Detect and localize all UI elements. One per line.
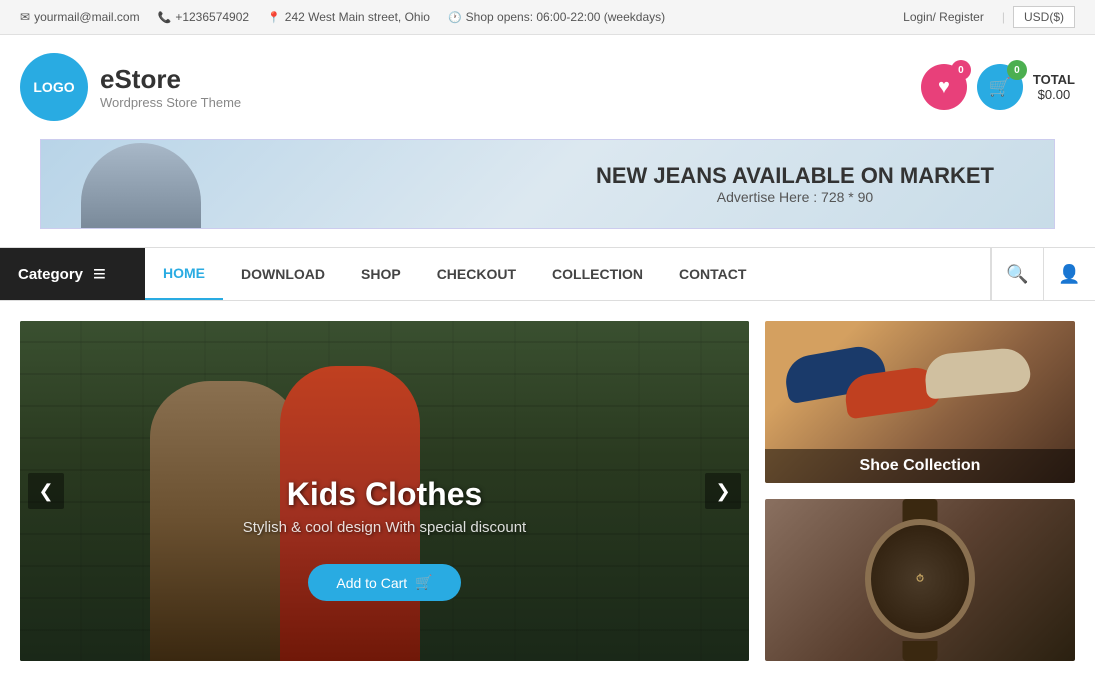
location-icon <box>267 10 281 24</box>
top-bar-actions: Login/ Register | USD($) <box>893 6 1075 28</box>
brand-info: eStore Wordpress Store Theme <box>100 64 241 110</box>
total-label: TOTAL <box>1033 72 1075 87</box>
email-item: yourmail@mail.com <box>20 10 140 24</box>
cart-btn-icon <box>415 574 432 591</box>
nav-right <box>990 248 1095 300</box>
shoe-collection-panel[interactable]: Shoe Collection <box>765 321 1075 483</box>
slider-title: Kids Clothes <box>20 476 749 513</box>
navigation: Category HOME DOWNLOAD SHOP CHECKOUT COL… <box>0 247 1095 301</box>
add-to-cart-label: Add to Cart <box>336 575 407 591</box>
phone-icon <box>158 10 172 24</box>
wishlist-badge: 0 <box>951 60 971 80</box>
user-button[interactable] <box>1043 248 1095 300</box>
cart-button[interactable]: 0 <box>977 64 1023 110</box>
banner-text: NEW JEANS AVAILABLE ON MARKET Advertise … <box>596 163 994 205</box>
shoe-beige <box>923 347 1031 400</box>
banner-image <box>41 140 361 228</box>
currency-selector[interactable]: USD($) <box>1013 6 1075 28</box>
slider-overlay: Kids Clothes Stylish & cool design With … <box>20 476 749 601</box>
heart-icon <box>938 76 950 99</box>
nav-download[interactable]: DOWNLOAD <box>223 248 343 300</box>
add-to-cart-button[interactable]: Add to Cart <box>308 564 460 601</box>
phone-text: +1236574902 <box>175 10 249 24</box>
divider: | <box>1002 10 1005 24</box>
category-label: Category <box>18 266 83 283</box>
email-text: yourmail@mail.com <box>34 10 140 24</box>
watch-band-bottom <box>903 641 938 661</box>
clock-icon <box>448 10 462 24</box>
chevron-right-icon <box>715 481 730 502</box>
mail-icon <box>20 10 30 24</box>
hours-item: Shop opens: 06:00-22:00 (weekdays) <box>448 10 665 24</box>
nav-home[interactable]: HOME <box>145 248 223 300</box>
hero-slider: Kids Clothes Stylish & cool design With … <box>20 321 749 661</box>
nav-links: HOME DOWNLOAD SHOP CHECKOUT COLLECTION C… <box>145 248 990 300</box>
banner-subtitle: Advertise Here : 728 * 90 <box>596 189 994 205</box>
category-button[interactable]: Category <box>0 248 145 300</box>
person-shape <box>81 143 201 228</box>
nav-contact[interactable]: CONTACT <box>661 248 764 300</box>
hours-text: Shop opens: 06:00-22:00 (weekdays) <box>466 10 665 24</box>
chevron-left-icon <box>38 481 53 502</box>
slider-subtitle: Stylish & cool design With special disco… <box>20 519 749 536</box>
logo-text: LOGO <box>33 79 74 95</box>
logo-area: LOGO eStore Wordpress Store Theme <box>20 53 241 121</box>
main-content: Kids Clothes Stylish & cool design With … <box>0 301 1095 661</box>
banner-wrapper: NEW JEANS AVAILABLE ON MARKET Advertise … <box>0 139 1095 229</box>
user-icon <box>1058 264 1080 285</box>
address-text: 242 West Main street, Ohio <box>285 10 430 24</box>
address-item: 242 West Main street, Ohio <box>267 10 430 24</box>
cart-icon <box>989 76 1011 99</box>
shoe-collection-label: Shoe Collection <box>765 449 1075 483</box>
top-bar-info: yourmail@mail.com +1236574902 242 West M… <box>20 10 665 24</box>
side-panels: Shoe Collection ⏱ <box>765 321 1075 661</box>
slider-next-button[interactable] <box>705 473 741 509</box>
search-button[interactable] <box>991 248 1043 300</box>
nav-shop[interactable]: SHOP <box>343 248 419 300</box>
banner: NEW JEANS AVAILABLE ON MARKET Advertise … <box>40 139 1055 229</box>
search-icon <box>1006 264 1028 285</box>
top-bar: yourmail@mail.com +1236574902 242 West M… <box>0 0 1095 35</box>
total-amount: $0.00 <box>1033 87 1075 102</box>
cart-total: TOTAL $0.00 <box>1033 72 1075 102</box>
cart-badge: 0 <box>1007 60 1027 80</box>
logo: LOGO <box>20 53 88 121</box>
login-link[interactable]: Login/ Register <box>893 8 994 26</box>
nav-collection[interactable]: COLLECTION <box>534 248 661 300</box>
banner-title: NEW JEANS AVAILABLE ON MARKET <box>596 163 994 189</box>
nav-checkout[interactable]: CHECKOUT <box>419 248 534 300</box>
brand-name: eStore <box>100 64 241 95</box>
watch-panel[interactable]: ⏱ <box>765 499 1075 661</box>
phone-item: +1236574902 <box>158 10 249 24</box>
slider-prev-button[interactable] <box>28 473 64 509</box>
header: LOGO eStore Wordpress Store Theme 0 0 TO… <box>0 35 1095 139</box>
slider-background: Kids Clothes Stylish & cool design With … <box>20 321 749 661</box>
header-right: 0 0 TOTAL $0.00 <box>921 64 1075 110</box>
brand-subtitle: Wordpress Store Theme <box>100 95 241 110</box>
wishlist-button[interactable]: 0 <box>921 64 967 110</box>
hamburger-icon <box>93 261 106 287</box>
watch-face: ⏱ <box>865 519 975 639</box>
